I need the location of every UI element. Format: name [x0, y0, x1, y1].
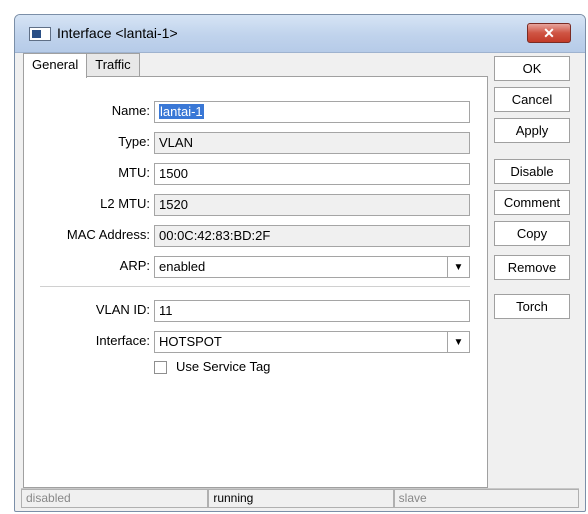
status-running: running: [208, 489, 394, 508]
mtu-row: MTU: 1500: [24, 163, 489, 185]
mtu-label: MTU:: [118, 165, 150, 180]
vlan-id-label: VLAN ID:: [95, 302, 150, 317]
remove-button[interactable]: Remove: [494, 255, 570, 280]
section-divider: [40, 286, 470, 287]
ok-button[interactable]: OK: [494, 56, 570, 81]
name-label: Name:: [111, 103, 150, 118]
mtu-field[interactable]: 1500: [154, 163, 470, 185]
name-row: Name: lantai-1: [24, 101, 489, 123]
mac-field: 00:0C:42:83:BD:2F: [154, 225, 470, 247]
arp-select[interactable]: enabled ▼: [154, 256, 470, 278]
l2mtu-label: L2 MTU:: [100, 196, 150, 211]
title-bar[interactable]: Interface <lantai-1> ✕: [15, 15, 585, 53]
close-button[interactable]: ✕: [527, 23, 571, 43]
type-label: Type:: [118, 134, 150, 149]
l2mtu-row: L2 MTU: 1520: [24, 194, 489, 216]
window-icon: [29, 27, 51, 41]
disable-button[interactable]: Disable: [494, 159, 570, 184]
arp-label: ARP:: [119, 258, 150, 273]
name-value: lantai-1: [159, 104, 204, 119]
name-field[interactable]: lantai-1: [154, 101, 470, 123]
cancel-button[interactable]: Cancel: [494, 87, 570, 112]
comment-button[interactable]: Comment: [494, 190, 570, 215]
interface-label: Interface:: [95, 333, 150, 348]
tab-general[interactable]: General: [23, 53, 88, 78]
mac-label: MAC Address:: [66, 227, 150, 242]
type-row: Type: VLAN: [24, 132, 489, 154]
window-title: Interface <lantai-1>: [57, 25, 178, 41]
status-slave: slave: [393, 489, 579, 508]
general-panel: Name: lantai-1 Type: VLAN MTU: 1500 L2 M…: [23, 76, 488, 488]
close-icon: ✕: [543, 24, 555, 41]
type-field: VLAN: [154, 132, 470, 154]
use-service-tag-label: Use Service Tag: [176, 359, 271, 374]
interface-dialog: Interface <lantai-1> ✕ General Traffic N…: [14, 14, 586, 512]
arp-value: enabled: [159, 259, 206, 274]
arp-row: ARP: enabled ▼: [24, 256, 489, 278]
arp-dropdown-icon[interactable]: ▼: [447, 257, 469, 277]
interface-value: HOTSPOT: [159, 334, 222, 349]
l2mtu-field: 1520: [154, 194, 470, 216]
status-disabled: disabled: [21, 489, 209, 508]
mac-row: MAC Address: 00:0C:42:83:BD:2F: [24, 225, 489, 247]
use-service-tag-checkbox[interactable]: [154, 361, 167, 374]
torch-button[interactable]: Torch: [494, 294, 570, 319]
vlan-id-field[interactable]: 11: [154, 300, 470, 322]
copy-button[interactable]: Copy: [494, 221, 570, 246]
status-bar: disabled running slave: [21, 488, 579, 508]
tab-strip: General Traffic: [23, 53, 140, 78]
interface-row: Interface: HOTSPOT ▼: [24, 331, 489, 353]
vlan-id-row: VLAN ID: 11: [24, 300, 489, 322]
tab-traffic[interactable]: Traffic: [86, 53, 140, 77]
interface-select[interactable]: HOTSPOT ▼: [154, 331, 470, 353]
interface-dropdown-icon[interactable]: ▼: [447, 332, 469, 352]
apply-button[interactable]: Apply: [494, 118, 570, 143]
